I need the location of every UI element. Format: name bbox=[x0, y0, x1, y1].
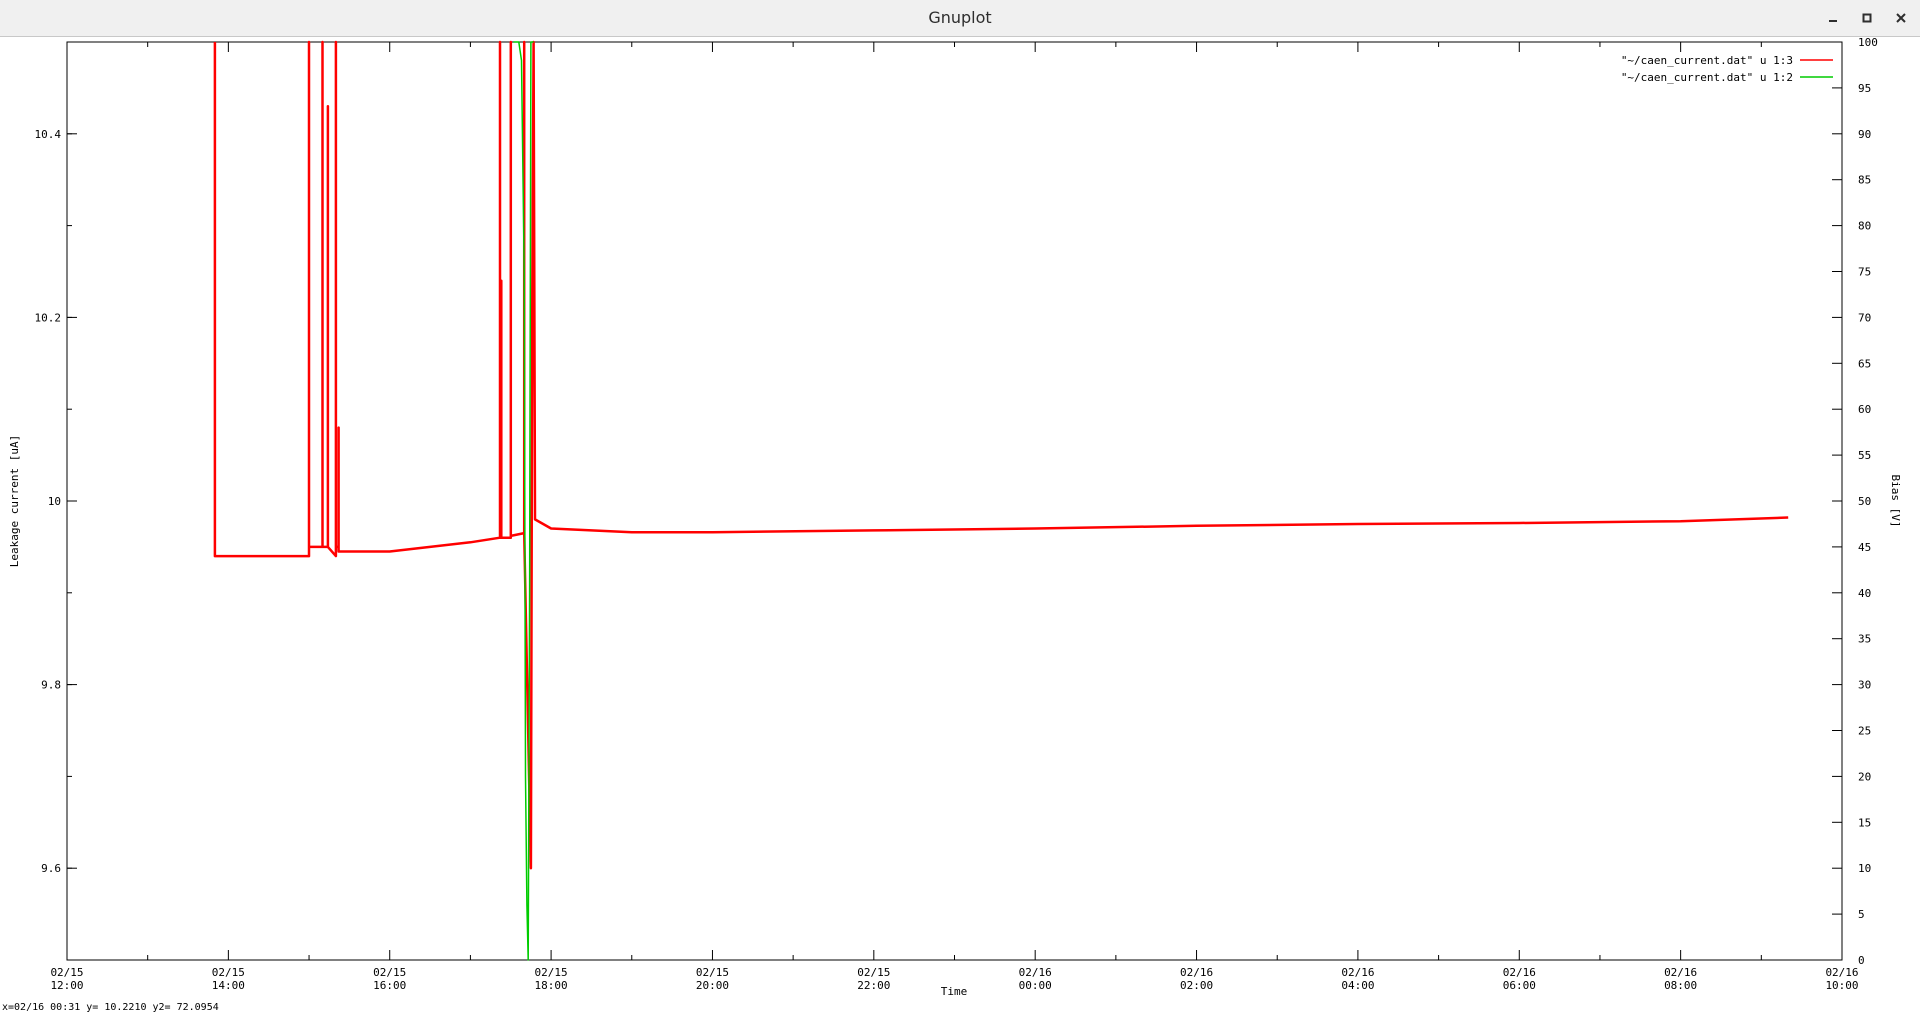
x-tick-label-date: 02/15 bbox=[50, 966, 83, 979]
window-titlebar: Gnuplot bbox=[0, 0, 1920, 37]
x-tick-label-time: 00:00 bbox=[1019, 979, 1052, 992]
legend: "~/caen_current.dat" u 1:3 "~/caen_curren… bbox=[1621, 54, 1833, 84]
x-tick-label-date: 02/16 bbox=[1664, 966, 1697, 979]
y-axis-label: Leakage current [uA] bbox=[8, 435, 21, 567]
series-line-current bbox=[213, 40, 1789, 870]
x-tick-label-time: 14:00 bbox=[212, 979, 245, 992]
y2-tick-label: 5 bbox=[1858, 908, 1865, 921]
y2-tick-label: 85 bbox=[1858, 174, 1871, 187]
x-tick-label-date: 02/15 bbox=[535, 966, 568, 979]
chart-svg: 02/1512:0002/1514:0002/1516:0002/1518:00… bbox=[8, 37, 1902, 998]
x-tick-label-date: 02/16 bbox=[1825, 966, 1858, 979]
y2-tick-label: 75 bbox=[1858, 266, 1871, 279]
x-tick-label-time: 02:00 bbox=[1180, 979, 1213, 992]
y2-tick-label: 80 bbox=[1858, 220, 1871, 233]
y2-tick-label: 70 bbox=[1858, 311, 1871, 324]
minimize-icon bbox=[1829, 20, 1837, 22]
close-button[interactable] bbox=[1890, 8, 1912, 28]
plot-frame bbox=[66, 41, 1843, 961]
legend-entry-label: "~/caen_current.dat" u 1:3 bbox=[1621, 54, 1793, 67]
y2-tick-label: 50 bbox=[1858, 495, 1871, 508]
status-readout: x=02/16 00:31 y= 10.2210 y2= 72.0954 bbox=[2, 1002, 219, 1013]
y2-tick-label: 90 bbox=[1858, 128, 1871, 141]
y2-tick-label: 10 bbox=[1858, 862, 1871, 875]
x-tick-label-date: 02/16 bbox=[1019, 966, 1052, 979]
x-tick-label-date: 02/16 bbox=[1503, 966, 1536, 979]
x-tick-label-time: 16:00 bbox=[373, 979, 406, 992]
x-tick-label-time: 22:00 bbox=[857, 979, 890, 992]
x-tick-label-date: 02/16 bbox=[1180, 966, 1213, 979]
y-tick-label: 9.8 bbox=[41, 679, 61, 692]
y2-tick-label: 25 bbox=[1858, 725, 1871, 738]
x-tick-label-time: 04:00 bbox=[1341, 979, 1374, 992]
x-axis-label: Time bbox=[941, 985, 968, 998]
y2-tick-label: 100 bbox=[1858, 37, 1878, 49]
y2-tick-label: 55 bbox=[1858, 449, 1871, 462]
y2-tick-label: 30 bbox=[1858, 679, 1871, 692]
y2-tick-label: 65 bbox=[1858, 357, 1871, 370]
y2-tick-label: 0 bbox=[1858, 954, 1865, 967]
x-tick-label-time: 10:00 bbox=[1825, 979, 1858, 992]
maximize-button[interactable] bbox=[1856, 8, 1878, 28]
y2-tick-label: 35 bbox=[1858, 633, 1871, 646]
y2-tick-label: 20 bbox=[1858, 770, 1871, 783]
minimize-button[interactable] bbox=[1822, 8, 1844, 28]
x-tick-label-time: 08:00 bbox=[1664, 979, 1697, 992]
close-icon bbox=[1896, 13, 1906, 23]
x-tick-label-date: 02/15 bbox=[857, 966, 890, 979]
y2-tick-label: 45 bbox=[1858, 541, 1871, 554]
window-title: Gnuplot bbox=[928, 8, 992, 27]
x-tick-label-time: 20:00 bbox=[696, 979, 729, 992]
y-tick-label: 9.6 bbox=[41, 862, 61, 875]
x-tick-label-date: 02/16 bbox=[1341, 966, 1374, 979]
x-tick-label-time: 06:00 bbox=[1503, 979, 1536, 992]
y-tick-label: 10.4 bbox=[35, 128, 62, 141]
y2-axis-label: Bias [V] bbox=[1889, 475, 1902, 528]
y2-tick-label: 40 bbox=[1858, 587, 1871, 600]
x-tick-label-date: 02/15 bbox=[696, 966, 729, 979]
y2-tick-label: 95 bbox=[1858, 82, 1871, 95]
legend-entry-label: "~/caen_current.dat" u 1:2 bbox=[1621, 71, 1793, 84]
x-tick-label-date: 02/15 bbox=[373, 966, 406, 979]
x-tick-label-date: 02/15 bbox=[212, 966, 245, 979]
maximize-icon bbox=[1862, 13, 1872, 23]
plot-canvas[interactable]: 02/15 12:00 02/15 14:00 02/15 16:00 02/15 18:00… bbox=[0, 37, 1920, 1014]
y-tick-label: 10 bbox=[48, 495, 61, 508]
y2-tick-label: 60 bbox=[1858, 403, 1871, 416]
y-tick-label: 10.2 bbox=[35, 311, 62, 324]
y2-tick-label: 15 bbox=[1858, 816, 1871, 829]
x-tick-label-time: 12:00 bbox=[50, 979, 83, 992]
x-tick-label-time: 18:00 bbox=[535, 979, 568, 992]
